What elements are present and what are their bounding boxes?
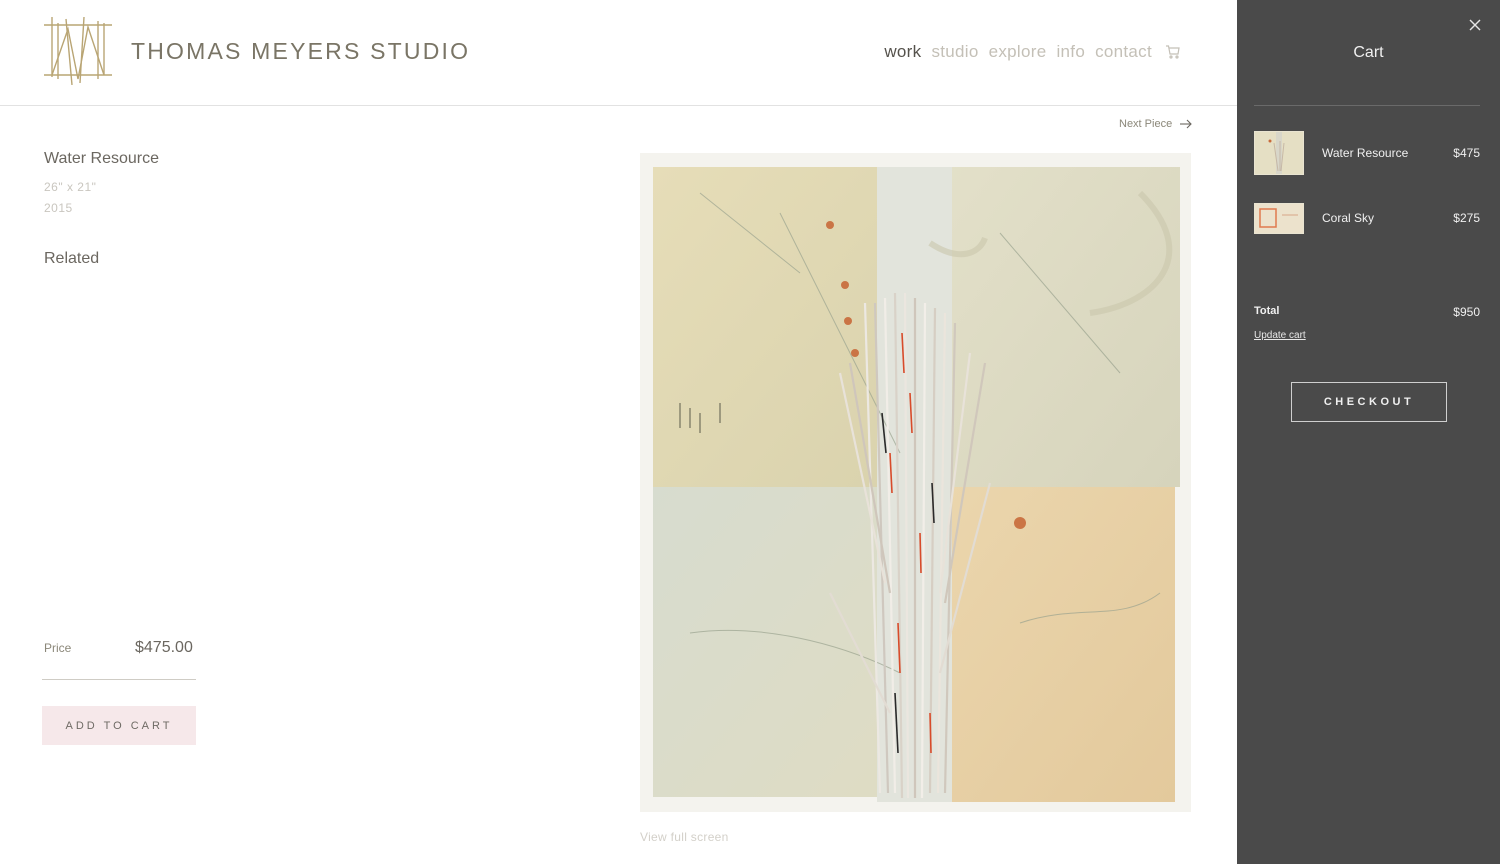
checkout-button[interactable]: CHECKOUT [1291,382,1447,422]
cart-icon[interactable] [1166,45,1180,59]
cart-divider [1254,105,1480,106]
update-cart-link[interactable]: Update cart [1254,330,1306,341]
cart-panel [1237,0,1500,864]
cart-total-label: Total [1254,305,1280,317]
cart-total-value: $950 [1453,305,1480,319]
site-header: THOMAS MEYERS STUDIO work studio explore… [0,0,1237,106]
arrow-right-icon [1180,119,1192,129]
add-to-cart-button[interactable]: ADD TO CART [42,706,196,745]
cart-item-name: Water Resource [1322,146,1409,160]
cart-item-thumbnail[interactable] [1254,131,1304,175]
main-content: THOMAS MEYERS STUDIO work studio explore… [0,0,1237,864]
price-value: $475.00 [135,639,193,656]
price-divider [42,679,196,680]
cart-item-thumbnail[interactable] [1254,203,1304,234]
tm-monogram-logo[interactable] [44,17,112,85]
related-heading: Related [44,250,100,267]
nav-info[interactable]: info [1056,42,1085,62]
view-full-screen-link[interactable]: View full screen [640,830,729,844]
artwork-image[interactable] [640,153,1191,812]
piece-title: Water Resource [44,150,159,167]
thumb-coral-sky [1255,204,1303,233]
price-label: Price [44,641,72,655]
cart-item-name: Coral Sky [1322,211,1375,225]
cart-title: Cart [1353,44,1384,61]
next-piece-label: Next Piece [1119,118,1173,130]
nav-work[interactable]: work [884,42,921,62]
nav-contact[interactable]: contact [1095,42,1152,62]
piece-dimensions: 26" x 21" [44,180,97,194]
brand-name[interactable]: THOMAS MEYERS STUDIO [131,38,470,65]
cart-item-price: $275 [1453,211,1480,225]
artwork-painting [653,167,1180,802]
piece-year: 2015 [44,201,73,215]
cart-item-price: $475 [1453,146,1480,160]
nav-explore[interactable]: explore [989,42,1047,62]
close-icon[interactable] [1467,17,1483,33]
nav-studio[interactable]: studio [931,42,978,62]
thumb-water-resource [1255,132,1303,174]
next-piece-link[interactable]: Next Piece [1119,118,1192,130]
main-nav: work studio explore info contact [874,42,1180,62]
